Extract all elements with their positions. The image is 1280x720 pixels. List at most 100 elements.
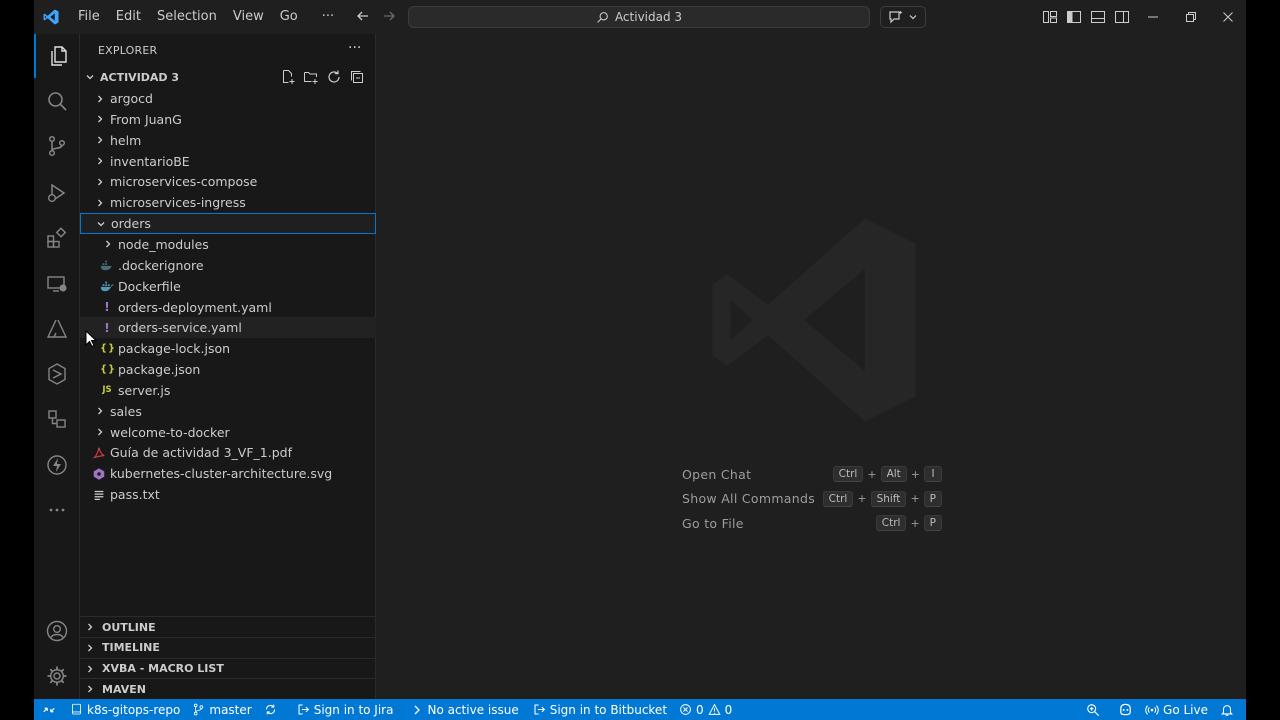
close-icon[interactable] <box>1209 0 1246 34</box>
menu-item-go[interactable]: Go <box>272 4 306 30</box>
problems-status[interactable]: 0 0 <box>673 699 738 720</box>
chevron-down-icon <box>95 218 107 230</box>
tree-file[interactable]: kubernetes-cluster-architecture.svg <box>80 463 376 484</box>
run-debug-activity[interactable] <box>34 171 80 215</box>
search-activity[interactable] <box>34 79 80 123</box>
pdf-icon <box>92 446 106 460</box>
explorer-more-actions[interactable]: ··· <box>348 40 361 56</box>
azure-activity[interactable] <box>34 307 80 351</box>
chevron-right-icon <box>84 642 96 654</box>
command-center-search[interactable]: Actividad 3 <box>408 6 870 28</box>
sync-button[interactable] <box>258 699 283 720</box>
go-live-button[interactable]: Go Live <box>1139 699 1214 720</box>
kubernetes-activity[interactable] <box>34 352 80 396</box>
restore-icon[interactable] <box>1172 0 1210 34</box>
remote-explorer-activity[interactable] <box>34 262 80 306</box>
menu-item-more[interactable]: ··· <box>314 4 342 30</box>
tree-file[interactable]: Dockerfile <box>80 276 376 297</box>
active-issue[interactable]: No active issue <box>405 699 524 720</box>
copilot-status[interactable] <box>1112 699 1139 720</box>
back-arrow-icon[interactable] <box>354 8 372 26</box>
shortcut-hint[interactable]: Go to File Ctrl + P <box>682 513 942 533</box>
tree-file[interactable]: .dockerignore <box>80 255 376 276</box>
text-file-icon <box>92 488 106 502</box>
zoom-icon <box>1087 703 1100 716</box>
workspace-folder-header[interactable]: ACTIVIDAD 3 <box>80 66 376 88</box>
tree-folder[interactable]: welcome-to-docker <box>80 422 376 443</box>
source-control-activity[interactable] <box>34 124 80 168</box>
editor-area: Open Chat Ctrl + Alt + I Show All Commands Ctrl… <box>376 34 1246 699</box>
menu-item-view[interactable]: View <box>225 4 272 30</box>
customize-layout-icon[interactable] <box>1042 9 1058 25</box>
tree-folder[interactable]: sales <box>80 401 376 422</box>
sync-icon <box>265 704 275 715</box>
tree-file[interactable]: { } package.json <box>80 359 376 380</box>
bitbucket-label: Sign in to Bitbucket <box>549 702 668 717</box>
toggle-panel-icon[interactable] <box>1090 9 1106 25</box>
tree-item-label: microservices-compose <box>110 174 258 190</box>
tree-file[interactable]: JS server.js <box>80 380 376 401</box>
tree-file[interactable]: { } package-lock.json <box>80 338 376 359</box>
shortcut-hint[interactable]: Show All Commands Ctrl + Shift + P <box>682 489 942 509</box>
tree-file[interactable]: ! orders-deployment.yaml <box>80 297 376 318</box>
menu-item-selection[interactable]: Selection <box>149 4 225 30</box>
tree-folder[interactable]: argocd <box>80 88 376 109</box>
menu-item-edit[interactable]: Edit <box>108 4 149 30</box>
tree-file[interactable]: Guía de actividad 3_VF_1.pdf <box>80 442 376 463</box>
shortcut-label: Show All Commands <box>682 491 816 507</box>
error-icon <box>680 704 691 715</box>
extensions-activity[interactable] <box>34 216 80 260</box>
section-label: XVBA - MACRO LIST <box>102 662 224 676</box>
extensions-icon <box>47 227 67 248</box>
more-activity[interactable] <box>34 488 80 532</box>
section-maven[interactable]: MAVEN <box>80 678 376 699</box>
toggle-secondary-sidebar-icon[interactable] <box>1114 9 1130 25</box>
accounts-activity[interactable] <box>34 609 80 653</box>
tree-folder[interactable]: From JuanG <box>80 109 376 130</box>
toggle-primary-sidebar-icon[interactable] <box>1066 9 1082 25</box>
new-folder-icon[interactable] <box>303 69 319 85</box>
zoom-status[interactable] <box>1080 699 1106 720</box>
git-branch-icon <box>194 703 204 716</box>
notifications-button[interactable] <box>1214 699 1240 720</box>
run-debug-icon <box>48 183 66 203</box>
chat-button[interactable] <box>880 6 926 28</box>
tree-file[interactable]: ! orders-service.yaml <box>80 317 376 339</box>
branch-status[interactable]: master <box>186 699 257 720</box>
repo-status[interactable]: k8s-gitops-repo <box>64 699 186 720</box>
tree-item-label: package.json <box>118 362 201 378</box>
section-timeline[interactable]: TIMELINE <box>80 636 376 658</box>
ellipsis-icon <box>49 508 65 512</box>
minimize-icon[interactable] <box>1134 0 1172 34</box>
collapse-all-icon[interactable] <box>349 69 365 85</box>
thunder-client-activity[interactable] <box>34 443 80 487</box>
section-xvba-macro-list[interactable]: XVBA - MACRO LIST <box>80 657 376 679</box>
tree-folder[interactable]: inventarioBE <box>80 151 376 172</box>
menu-item-file[interactable]: File <box>70 4 108 30</box>
tree-folder[interactable]: orders <box>80 213 376 235</box>
refresh-icon[interactable] <box>326 69 342 85</box>
manage-activity[interactable] <box>34 654 80 698</box>
chevron-down-icon <box>84 71 96 83</box>
tree-file[interactable]: pass.txt <box>80 484 376 505</box>
repo-name: k8s-gitops-repo <box>87 702 181 717</box>
tree-folder[interactable]: microservices-compose <box>80 171 376 192</box>
section-label: TIMELINE <box>102 641 160 655</box>
account-icon <box>46 620 68 642</box>
explorer-activity[interactable] <box>34 34 80 78</box>
new-file-icon[interactable] <box>280 69 296 85</box>
shortcut-hint[interactable]: Open Chat Ctrl + Alt + I <box>682 464 942 484</box>
tree-folder[interactable]: node_modules <box>80 234 376 255</box>
keycap: P <box>923 515 942 532</box>
tree-folder[interactable]: microservices-ingress <box>80 192 376 213</box>
lightning-icon <box>47 455 67 475</box>
docker-containers-activity[interactable] <box>34 397 80 441</box>
status-bar: k8s-gitops-repo master Sign in to Jira N… <box>34 699 1246 720</box>
tree-folder[interactable]: helm <box>80 130 376 151</box>
section-outline[interactable]: OUTLINE <box>80 616 376 637</box>
chevron-right-icon <box>94 113 106 125</box>
remote-indicator[interactable] <box>34 699 64 720</box>
jira-signin[interactable]: Sign in to Jira <box>291 699 400 720</box>
bitbucket-signin[interactable]: Sign in to Bitbucket <box>527 699 673 720</box>
forward-arrow-icon[interactable] <box>380 8 398 26</box>
